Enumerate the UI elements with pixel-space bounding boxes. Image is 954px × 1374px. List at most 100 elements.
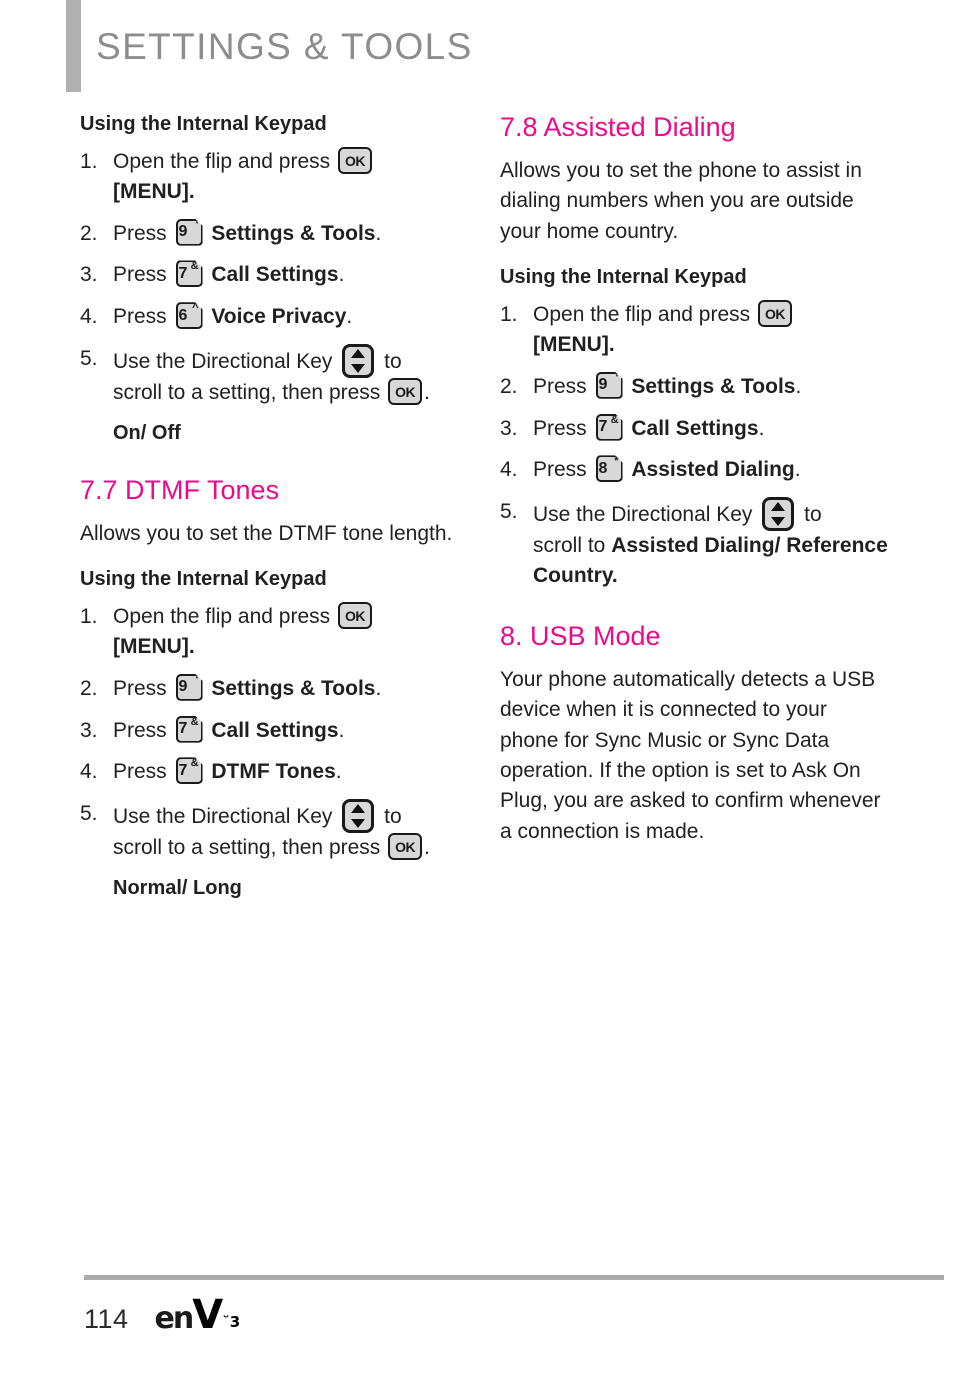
steps-voice-privacy: 1. Open the flip and press OK [MENU]. 2.… — [80, 147, 470, 408]
ok-key-icon[interactable]: OK — [388, 378, 423, 406]
step-number: 2. — [80, 676, 98, 700]
numeric-key-icon[interactable]: 9 ‘ — [175, 673, 203, 701]
step-text-tail: . — [338, 718, 345, 742]
step-number: 1. — [80, 605, 98, 629]
key-superscript: & — [190, 757, 199, 770]
list-item: 2. Press 9 ‘ Settings & Tools. — [80, 218, 470, 249]
key-superscript: ‘ — [195, 218, 199, 231]
step-text: Open the flip and press — [113, 150, 336, 173]
key-digit: 7 — [178, 761, 188, 779]
step-text-bold: Assisted Dialing — [631, 458, 795, 482]
key-digit: 9 — [178, 678, 188, 696]
list-item: 1. Open the flip and press OK [MENU]. — [500, 300, 890, 360]
step-text-line2: scroll to — [533, 534, 612, 558]
key-superscript: ‘ — [195, 673, 199, 686]
numeric-key-icon[interactable]: 7 & — [175, 260, 203, 288]
step-text-tail: . — [794, 458, 801, 482]
page-title: SETTINGS & TOOLS — [96, 26, 473, 67]
option-values-voice-privacy: On/ Off — [113, 421, 181, 444]
step-text: Press — [533, 416, 593, 440]
key-superscript: ‘ — [615, 371, 619, 384]
numeric-key-icon[interactable]: 6 ^ — [175, 302, 203, 330]
directional-key-icon[interactable] — [762, 497, 795, 532]
key-digit: 9 — [598, 376, 608, 394]
step-text-tail: . — [424, 836, 430, 860]
arrow-down-icon — [351, 819, 366, 829]
step-number: 3. — [500, 416, 518, 440]
step-text: Open the flip and press — [533, 303, 756, 327]
step-text-bold: Voice Privacy — [211, 305, 347, 329]
step-text-bold: Call Settings — [211, 263, 339, 287]
step-text-bold: [MENU]. — [113, 634, 195, 658]
list-item: 4. Press 7 & DTMF Tones. — [80, 757, 470, 787]
numeric-key-icon[interactable]: 9 ‘ — [595, 371, 623, 399]
section-heading-dtmf-tones: 7.7 DTMF Tones — [80, 474, 280, 505]
key-digit: 7 — [598, 418, 608, 436]
step-number: 4. — [80, 760, 98, 784]
section-description-usb-mode: Your phone automatically detects a USB d… — [500, 667, 881, 843]
directional-key-icon[interactable] — [342, 799, 375, 834]
step-text: Press — [113, 676, 173, 700]
step-number: 5. — [80, 347, 98, 371]
footer-divider — [84, 1275, 944, 1280]
ok-key-icon[interactable]: OK — [337, 147, 372, 174]
key-superscript: & — [190, 715, 199, 728]
step-number: 5. — [500, 500, 518, 524]
numeric-key-icon[interactable]: 7 & — [595, 413, 623, 441]
ok-key-label: OK — [344, 607, 366, 624]
step-text-tail: . — [424, 381, 430, 405]
ok-key-icon[interactable]: OK — [337, 602, 372, 630]
step-text: Use the Directional Key — [533, 503, 759, 527]
page-number: 114 — [84, 1304, 129, 1334]
steps-assisted-dialing: 1. Open the flip and press OK [MENU]. 2.… — [500, 300, 890, 591]
list-item: 1. Open the flip and press OK [MENU]. — [80, 602, 470, 662]
directional-key-icon[interactable] — [342, 344, 375, 379]
list-item: 3. Press 7 & Call Settings. — [500, 413, 890, 444]
arrow-up-icon — [351, 349, 366, 359]
section-heading-usb-mode: 8. USB Mode — [500, 620, 661, 651]
logo-text-v: V — [192, 1292, 223, 1338]
step-text-tail: . — [375, 676, 382, 700]
step-text: Press — [533, 458, 593, 482]
ok-key-label: OK — [395, 838, 416, 855]
step-text: Open the flip and press — [113, 605, 336, 629]
step-text-bold: Call Settings — [211, 718, 339, 742]
ok-key-icon[interactable]: OK — [388, 833, 423, 861]
step-number: 2. — [80, 221, 98, 245]
step-number: 3. — [80, 718, 98, 742]
sub-heading-using-internal-keypad-dtmf: Using the Internal Keypad — [80, 568, 327, 591]
step-text-tail: . — [335, 760, 342, 784]
step-text-tail: . — [338, 263, 345, 287]
page-footer: 114 enV˘3 — [84, 1292, 240, 1338]
step-text: Use the Directional Key — [113, 350, 339, 374]
step-text-bold: Call Settings — [631, 416, 759, 440]
step-text-mid: to — [378, 805, 402, 829]
env3-logo: enV˘3 — [155, 1292, 241, 1338]
ok-key-icon[interactable]: OK — [757, 300, 792, 328]
step-number: 5. — [80, 802, 98, 826]
list-item: 5. Use the Directional Key to scroll to … — [80, 344, 470, 408]
section-description-assisted-dialing: Allows you to set the phone to assist in… — [500, 158, 862, 243]
numeric-key-icon[interactable]: 8 * — [595, 455, 623, 483]
key-digit: 8 — [598, 459, 608, 477]
list-item: 3. Press 7 & Call Settings. — [80, 260, 470, 290]
numeric-key-icon[interactable]: 7 & — [175, 715, 203, 743]
step-text: Press — [113, 221, 173, 245]
step-text: Use the Directional Key — [113, 805, 339, 829]
step-number: 2. — [500, 374, 518, 398]
arrow-up-icon — [771, 502, 786, 512]
step-number: 1. — [80, 150, 98, 173]
step-text: Press — [533, 374, 593, 398]
step-text-line2: scroll to a setting, then press — [113, 836, 387, 860]
option-values-dtmf-tones: Normal/ Long — [113, 877, 242, 900]
sub-heading-using-internal-keypad-assisted: Using the Internal Keypad — [500, 266, 747, 289]
step-text-bold: [MENU]. — [113, 179, 195, 203]
step-number: 4. — [500, 458, 518, 482]
numeric-key-icon[interactable]: 9 ‘ — [175, 218, 203, 246]
numeric-key-icon[interactable]: 7 & — [175, 757, 203, 785]
key-superscript: & — [610, 413, 619, 426]
step-text: Press — [113, 718, 173, 742]
list-item: 5. Use the Directional Key to scroll to … — [80, 799, 470, 863]
arrow-down-icon — [351, 364, 366, 374]
list-item: 5. Use the Directional Key to scroll to … — [500, 497, 890, 591]
